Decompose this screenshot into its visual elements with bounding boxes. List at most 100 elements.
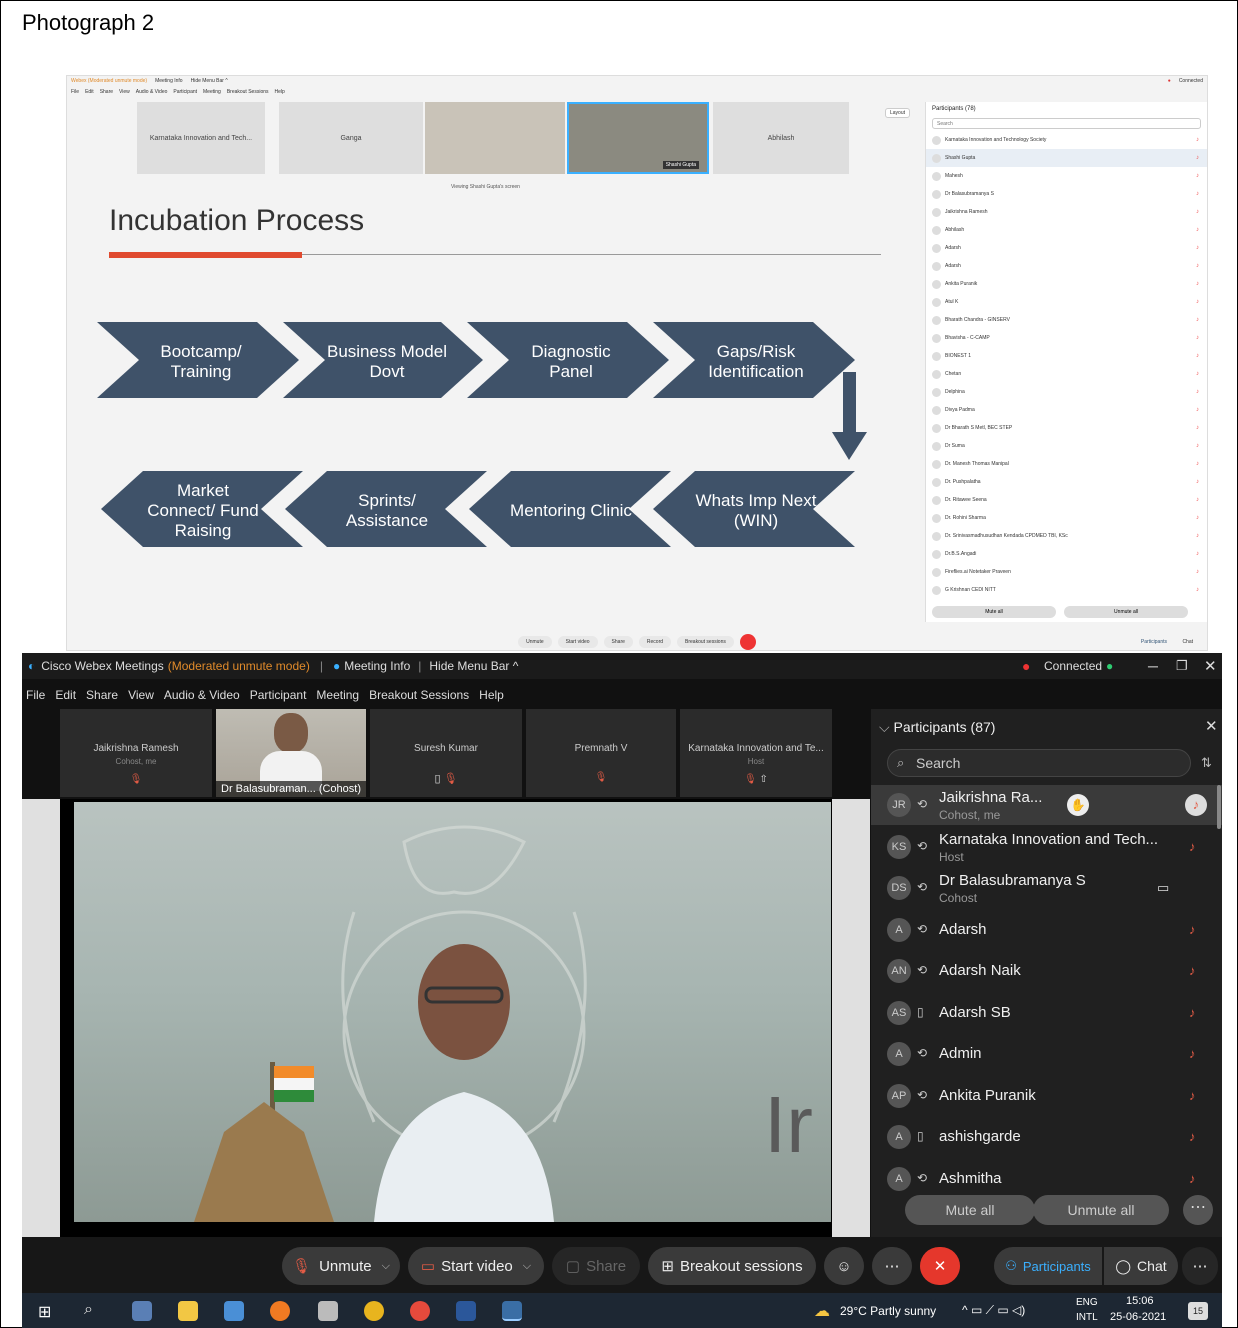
- top-menu-participant[interactable]: Participant: [173, 89, 197, 97]
- reactions-button[interactable]: ☺: [824, 1247, 864, 1285]
- menu-breakout[interactable]: Breakout Sessions: [369, 688, 469, 702]
- top-participant-row[interactable]: Ankita Puranik ♪: [926, 275, 1207, 293]
- file-explorer-icon[interactable]: [178, 1301, 198, 1321]
- top-participants-button[interactable]: Participants: [1141, 639, 1167, 645]
- top-tile-5[interactable]: Abhilash: [713, 102, 849, 174]
- top-participant-row[interactable]: Dr Suma ♪: [926, 437, 1207, 455]
- top-hide-menu[interactable]: Hide Menu Bar ^: [191, 78, 228, 86]
- video-tile-balasubramanya[interactable]: Dr Balasubraman... (Cohost): [216, 709, 366, 797]
- muted-mic-icon[interactable]: ♪: [1189, 1171, 1196, 1186]
- top-participant-row[interactable]: Delphina ♪: [926, 383, 1207, 401]
- top-meeting-info[interactable]: Meeting Info: [155, 78, 183, 86]
- notification-icon[interactable]: 15: [1188, 1302, 1208, 1320]
- top-participant-row[interactable]: Bhavisha - C-CAMP ♪: [926, 329, 1207, 347]
- muted-mic-icon[interactable]: ♪: [1189, 1005, 1196, 1020]
- close-window-icon[interactable]: ✕: [1204, 657, 1217, 675]
- muted-mic-icon[interactable]: ♪: [1189, 1046, 1196, 1061]
- top-record-button[interactable]: Record: [638, 636, 672, 648]
- top-participant-row[interactable]: Abhilash ♪: [926, 221, 1207, 239]
- muted-mic-icon[interactable]: ♪: [1189, 922, 1196, 937]
- menu-share[interactable]: Share: [86, 688, 118, 702]
- printer-icon[interactable]: [318, 1301, 338, 1321]
- language-eng[interactable]: ENG: [1076, 1297, 1098, 1308]
- participant-row[interactable]: DS ⟲ Dr Balasubramanya S Cohost ▭: [871, 868, 1222, 908]
- top-participant-row[interactable]: Dr. Pushpalatha ♪: [926, 473, 1207, 491]
- top-participant-row[interactable]: G Krishnan CEDI NITT ♪: [926, 581, 1207, 599]
- chevron-down-icon[interactable]: ⌵: [382, 1260, 390, 1273]
- top-menu-edit[interactable]: Edit: [85, 89, 94, 97]
- top-participant-row[interactable]: Chetan ♪: [926, 365, 1207, 383]
- participant-row[interactable]: A ⟲ Adarsh ♪: [871, 910, 1222, 950]
- participant-row[interactable]: AS ▯ Adarsh SB ♪: [871, 993, 1222, 1033]
- top-tile-1[interactable]: Karnataka Innovation and Tech...: [137, 102, 265, 174]
- leave-meeting-button[interactable]: ✕: [920, 1247, 960, 1285]
- language-intl[interactable]: INTL: [1076, 1312, 1098, 1323]
- share-button[interactable]: ▢ Share: [552, 1247, 640, 1285]
- top-participant-row[interactable]: Karnataka Innovation and Technology Soci…: [926, 131, 1207, 149]
- top-menu-meeting[interactable]: Meeting: [203, 89, 221, 97]
- participant-row[interactable]: AP ⟲ Ankita Puranik ♪: [871, 1076, 1222, 1116]
- muted-mic-icon[interactable]: ♪: [1189, 963, 1196, 978]
- top-participant-row[interactable]: Adarsh ♪: [926, 257, 1207, 275]
- top-participant-row[interactable]: Dr. Srinivasmadhusudhan Kendada CPDMED T…: [926, 527, 1207, 545]
- menu-audio-video[interactable]: Audio & Video: [164, 688, 240, 702]
- search-input[interactable]: Search: [887, 749, 1191, 777]
- menu-help[interactable]: Help: [479, 688, 504, 702]
- video-tile-premnath[interactable]: Premnath V 🎙: [526, 709, 676, 797]
- top-participant-row[interactable]: Dr. Rohini Sharma ♪: [926, 509, 1207, 527]
- word-icon[interactable]: [456, 1301, 476, 1321]
- top-participant-row[interactable]: Dr. Ritawee Seena ♪: [926, 491, 1207, 509]
- top-participant-row[interactable]: Dr. Manesh Thomas Manipal ♪: [926, 455, 1207, 473]
- windows-start-icon[interactable]: ⊞: [38, 1302, 51, 1322]
- app-icon[interactable]: [224, 1301, 244, 1321]
- top-menu-view[interactable]: View: [119, 89, 130, 97]
- sort-icon[interactable]: ⇅: [1201, 755, 1212, 771]
- participant-row[interactable]: A ⟲ Ashmitha ♪: [871, 1159, 1222, 1199]
- more-controls-button[interactable]: ⋯: [872, 1247, 912, 1285]
- unmute-all-button[interactable]: Unmute all: [1033, 1195, 1169, 1225]
- chevron-down-icon[interactable]: ⌵: [523, 1260, 531, 1273]
- top-menu-breakout[interactable]: Breakout Sessions: [227, 89, 269, 97]
- top-participant-row[interactable]: Shashi Gupta ♪: [926, 149, 1207, 167]
- top-tile-2[interactable]: Ganga: [279, 102, 423, 174]
- top-unmute-button[interactable]: Unmute: [518, 636, 552, 648]
- top-menu-help[interactable]: Help: [275, 89, 285, 97]
- chrome-icon[interactable]: [364, 1301, 384, 1321]
- mute-all-button[interactable]: Mute all: [905, 1195, 1035, 1225]
- participant-row[interactable]: KS ⟲ Karnataka Innovation and Tech... Host ♪: [871, 827, 1222, 867]
- top-tile-3-video[interactable]: [425, 102, 565, 174]
- top-participant-row[interactable]: Mahesh ♪: [926, 167, 1207, 185]
- restore-icon[interactable]: ❐: [1176, 658, 1188, 674]
- top-menu-share[interactable]: Share: [100, 89, 113, 97]
- meeting-info-button[interactable]: Meeting Info: [344, 659, 410, 673]
- top-participant-row[interactable]: Fireflies.ai Notetaker Praveen ♪: [926, 563, 1207, 581]
- muted-mic-icon[interactable]: ♪: [1189, 1129, 1196, 1144]
- muted-mic-icon[interactable]: ♪: [1189, 1088, 1196, 1103]
- top-layout-button[interactable]: Layout: [885, 108, 911, 118]
- top-participant-row[interactable]: Dr Balasubramanya S ♪: [926, 185, 1207, 203]
- menu-participant[interactable]: Participant: [250, 688, 307, 702]
- close-panel-icon[interactable]: ✕: [1205, 717, 1218, 735]
- top-participant-row[interactable]: Adarsh ♪: [926, 239, 1207, 257]
- participants-button[interactable]: ⚇ Participants: [994, 1247, 1102, 1285]
- clock-time[interactable]: 15:06: [1126, 1295, 1154, 1307]
- top-unmute-all-button[interactable]: Unmute all: [1064, 606, 1188, 618]
- more-options-icon[interactable]: ⋯: [1183, 1195, 1213, 1225]
- menu-edit[interactable]: Edit: [55, 688, 76, 702]
- system-tray-icons[interactable]: ^ ▭ ⟋ ▭ ◁): [962, 1303, 1025, 1318]
- top-share-button[interactable]: Share: [603, 636, 633, 648]
- menu-file[interactable]: File: [26, 688, 45, 702]
- participant-row[interactable]: JR ⟲ Jaikrishna Ra... Cohost, me ♪ ✋: [871, 785, 1222, 825]
- participant-row[interactable]: A ▯ ashishgarde ♪: [871, 1117, 1222, 1157]
- participant-row[interactable]: AN ⟲ Adarsh Naik ♪: [871, 951, 1222, 991]
- top-participant-row[interactable]: Divya Padma ♪: [926, 401, 1207, 419]
- clock-date[interactable]: 25-06-2021: [1110, 1311, 1166, 1323]
- muted-mic-icon[interactable]: ♪: [1185, 794, 1207, 816]
- top-search-input[interactable]: Search: [932, 118, 1201, 129]
- participant-row[interactable]: A ⟲ Admin ♪: [871, 1034, 1222, 1074]
- top-chat-button[interactable]: Chat: [1182, 639, 1193, 645]
- muted-mic-icon[interactable]: ♪: [1189, 839, 1196, 854]
- top-participant-row[interactable]: BIONEST 1 ♪: [926, 347, 1207, 365]
- search-taskbar-icon[interactable]: ⌕: [84, 1301, 93, 1319]
- firefox-icon[interactable]: [270, 1301, 290, 1321]
